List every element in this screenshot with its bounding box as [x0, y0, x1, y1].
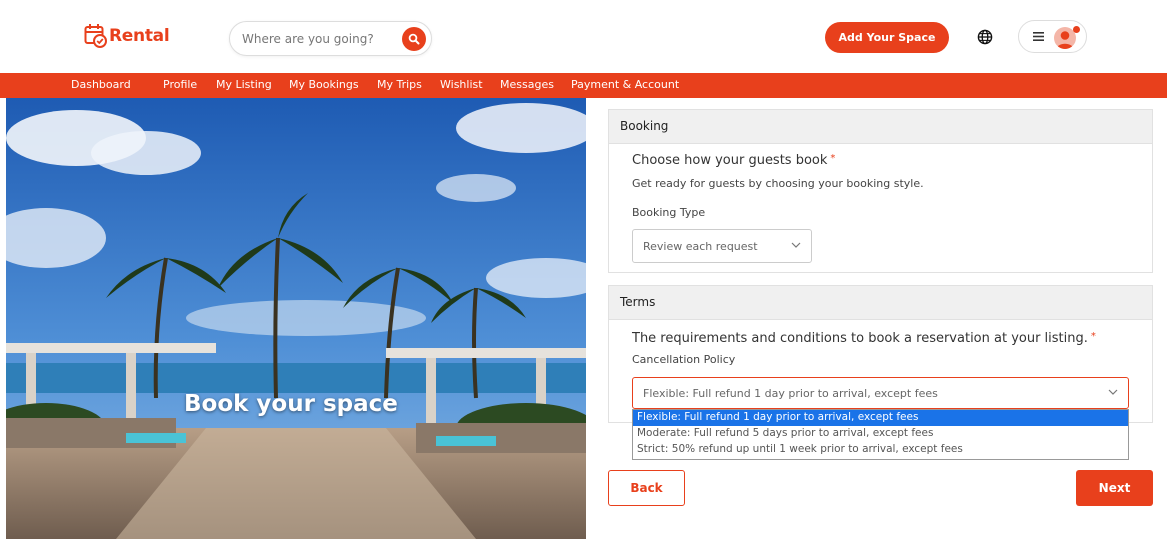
nav-my-bookings[interactable]: My Bookings	[289, 78, 359, 91]
required-mark: *	[1090, 331, 1096, 342]
notification-dot	[1073, 26, 1080, 33]
booking-question-text: Choose how your guests book	[632, 153, 828, 168]
resort-scene-illustration	[6, 98, 586, 539]
cancellation-policy-label: Cancellation Policy	[632, 353, 736, 366]
nav-my-listing[interactable]: My Listing	[216, 78, 272, 91]
nav-my-trips[interactable]: My Trips	[377, 78, 422, 91]
cancellation-policy-value: Flexible: Full refund 1 day prior to arr…	[643, 386, 938, 400]
logo[interactable]: Rental	[84, 22, 170, 50]
booking-type-select[interactable]: Review each request	[632, 229, 812, 263]
hero-title: Book your space	[184, 391, 398, 417]
booking-section: Booking Choose how your guests book * Get…	[608, 109, 1153, 273]
booking-type-value: Review each request	[643, 239, 758, 253]
nav-dashboard[interactable]: Dashboard	[71, 78, 131, 91]
calendar-check-icon	[84, 24, 107, 48]
booking-question: Choose how your guests book *	[632, 153, 835, 168]
hero-image: Book your space	[6, 98, 586, 539]
terms-question: The requirements and conditions to book …	[632, 331, 1096, 346]
search-bar	[229, 21, 432, 56]
user-menu-button[interactable]	[1018, 20, 1087, 53]
globe-icon[interactable]	[977, 29, 993, 45]
terms-section-header: Terms	[609, 286, 1152, 320]
chevron-down-icon	[1108, 389, 1118, 395]
nav-payment-account[interactable]: Payment & Account	[571, 78, 679, 91]
policy-option-strict[interactable]: Strict: 50% refund up until 1 week prior…	[633, 442, 1128, 458]
policy-option-flexible[interactable]: Flexible: Full refund 1 day prior to arr…	[633, 410, 1128, 426]
terms-section: Terms The requirements and conditions to…	[608, 285, 1153, 423]
add-your-space-button[interactable]: Add Your Space	[825, 22, 949, 53]
cancellation-policy-select[interactable]: Flexible: Full refund 1 day prior to arr…	[632, 377, 1129, 409]
chevron-down-icon	[791, 242, 801, 248]
logo-text: Rental	[109, 26, 170, 46]
search-button[interactable]	[402, 27, 426, 51]
header: Rental Add Your Space	[0, 0, 1167, 72]
search-icon	[408, 33, 420, 45]
policy-option-moderate[interactable]: Moderate: Full refund 5 days prior to ar…	[633, 426, 1128, 442]
nav-messages[interactable]: Messages	[500, 78, 554, 91]
booking-subtitle: Get ready for guests by choosing your bo…	[632, 177, 924, 190]
booking-section-header: Booking	[609, 110, 1152, 144]
booking-type-label: Booking Type	[632, 206, 706, 219]
nav-profile[interactable]: Profile	[163, 78, 197, 91]
hamburger-menu-icon	[1033, 32, 1044, 41]
back-button[interactable]: Back	[608, 470, 685, 506]
nav-wishlist[interactable]: Wishlist	[440, 78, 483, 91]
main-nav: Dashboard Profile My Listing My Bookings…	[0, 73, 1167, 98]
next-button[interactable]: Next	[1076, 470, 1153, 506]
cancellation-policy-dropdown: Flexible: Full refund 1 day prior to arr…	[632, 409, 1129, 460]
required-mark: *	[830, 153, 836, 164]
terms-question-text: The requirements and conditions to book …	[632, 331, 1088, 346]
search-input[interactable]	[242, 30, 392, 48]
